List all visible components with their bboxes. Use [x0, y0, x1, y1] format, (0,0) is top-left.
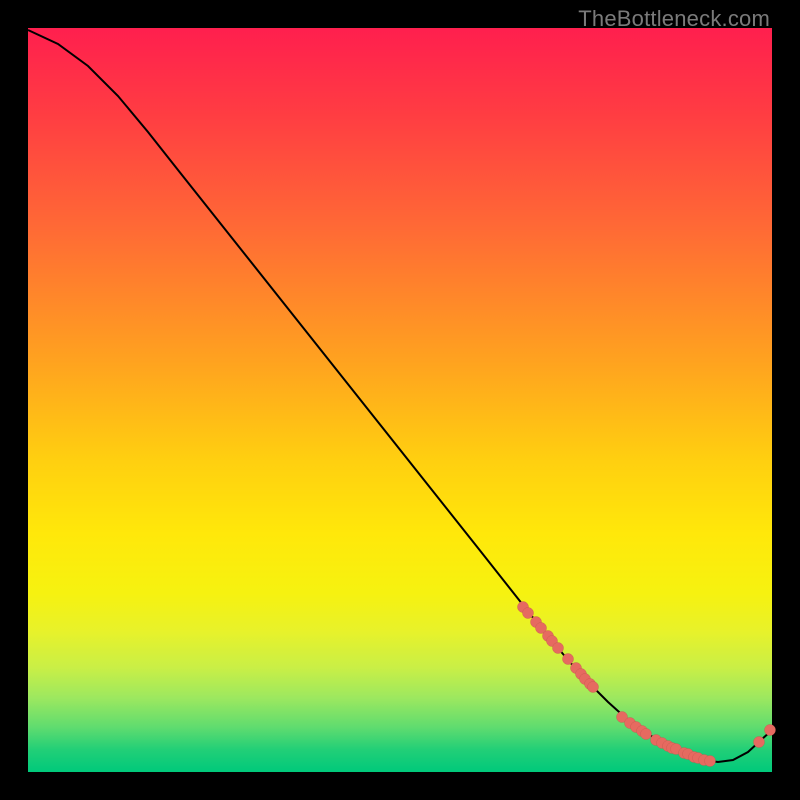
data-point	[523, 608, 534, 619]
chart-overlay	[28, 28, 772, 772]
data-point	[588, 682, 599, 693]
chart-stage: TheBottleneck.com	[0, 0, 800, 800]
data-point	[705, 756, 716, 767]
scatter-dots	[518, 602, 776, 767]
bottleneck-curve	[28, 30, 772, 762]
data-point	[765, 725, 776, 736]
data-point	[553, 643, 564, 654]
data-point	[563, 654, 574, 665]
data-point	[754, 737, 765, 748]
data-point	[641, 729, 652, 740]
